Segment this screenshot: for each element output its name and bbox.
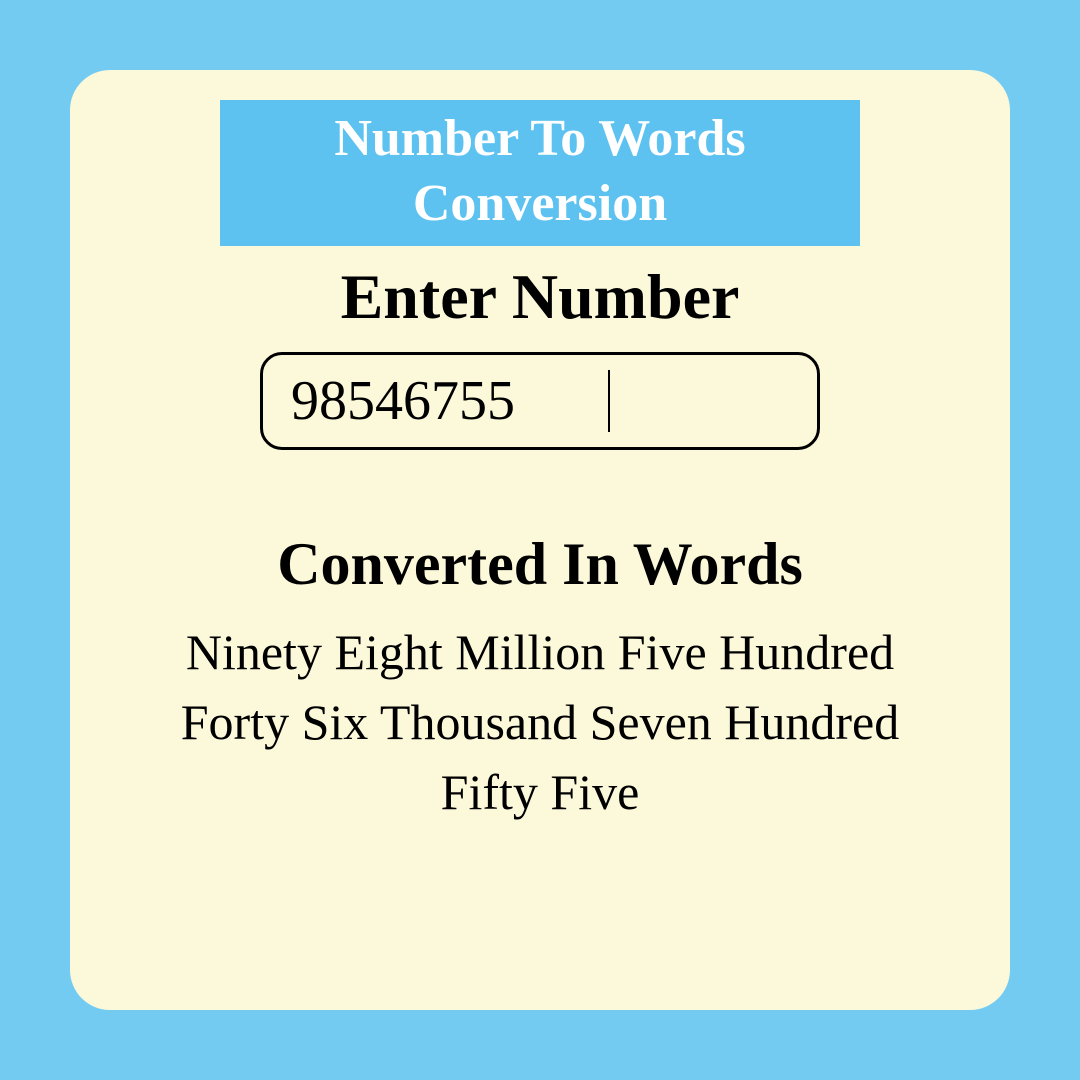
output-words: Ninety Eight Million Five Hundred Forty …: [140, 617, 940, 827]
output-label: Converted In Words: [277, 530, 803, 599]
input-wrap: [260, 352, 820, 450]
input-label: Enter Number: [341, 260, 740, 334]
converter-card: Number To Words Conversion Enter Number …: [70, 70, 1010, 1010]
app-title: Number To Words Conversion: [220, 100, 860, 246]
text-caret: [608, 370, 610, 432]
number-input[interactable]: [260, 352, 820, 450]
